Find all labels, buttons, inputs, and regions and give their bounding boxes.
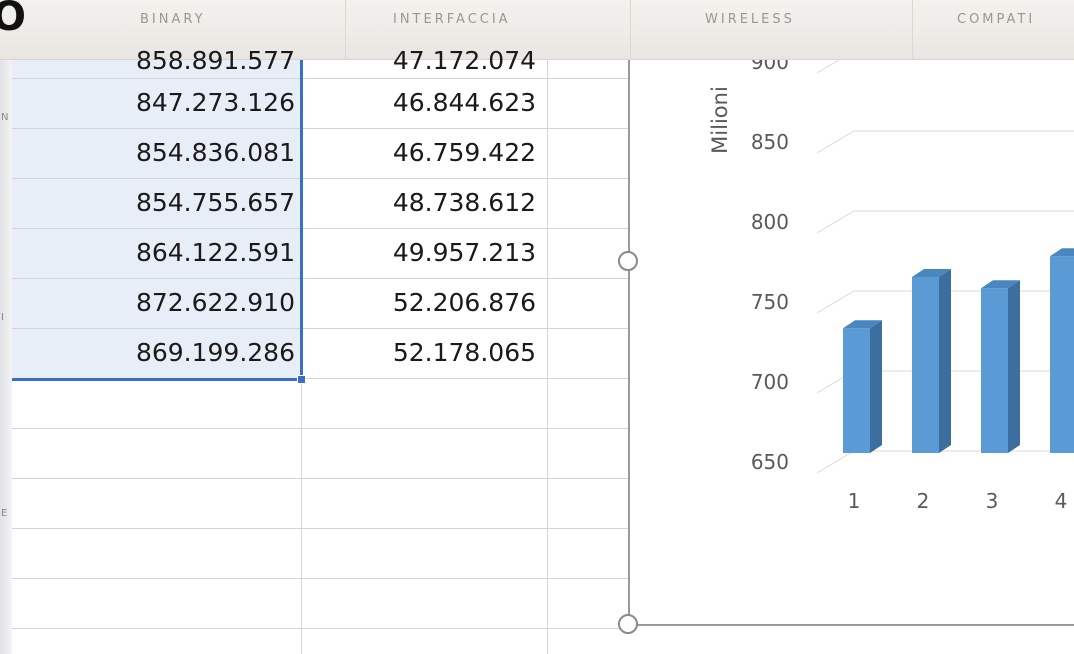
- chart-area[interactable]: 650 700 750 800 850 900 Milioni 1 2 3 4: [629, 60, 1074, 654]
- left-edge-panel: N I E: [0, 60, 12, 654]
- bar-chart: 650 700 750 800 850 900 Milioni 1 2 3 4: [708, 60, 1074, 513]
- chart-resize-handle[interactable]: [618, 251, 638, 271]
- gridline-diagonal: [816, 210, 855, 234]
- edge-glyph: E: [1, 508, 8, 519]
- bar: [981, 288, 1008, 453]
- cell[interactable]: 46.759.422: [302, 128, 542, 178]
- x-tick-label: 4: [1055, 489, 1068, 513]
- x-tick-label: 3: [986, 489, 999, 513]
- y-tick-label: 800: [751, 210, 789, 234]
- bar: [912, 277, 939, 453]
- y-axis-label: Milioni: [708, 86, 732, 154]
- cell[interactable]: 52.206.876: [302, 278, 542, 328]
- y-tick-label: 700: [751, 370, 789, 394]
- cell[interactable]: 52.178.065: [302, 328, 542, 378]
- chart-border: [628, 624, 1074, 626]
- cell[interactable]: 872.622.910: [12, 278, 301, 328]
- chart-resize-handle[interactable]: [618, 614, 638, 634]
- y-tick-label: 650: [751, 450, 789, 474]
- banner-nav-wireless[interactable]: WIRELESS: [705, 12, 795, 32]
- grid-line: [547, 60, 548, 654]
- edge-glyph: N: [1, 112, 9, 123]
- banner-nav-binary[interactable]: BINARY: [140, 12, 206, 32]
- banner-logo-fragment: O: [0, 0, 27, 40]
- spreadsheet-grid[interactable]: 858.891.577 47.172.074 847.273.126 46.84…: [12, 46, 628, 654]
- bar-side: [1008, 280, 1020, 453]
- selection-border: [12, 378, 304, 381]
- grid-line: [12, 628, 628, 629]
- gridline-diagonal: [816, 60, 840, 74]
- grid-line: [12, 578, 628, 579]
- grid-line: [12, 528, 628, 529]
- bar-top: [1050, 248, 1074, 257]
- banner-nav-compati[interactable]: COMPATI: [957, 12, 1035, 32]
- bar: [1050, 256, 1074, 453]
- cell[interactable]: 864.122.591: [12, 228, 301, 278]
- cell[interactable]: 854.836.081: [12, 128, 301, 178]
- edge-glyph: I: [1, 312, 4, 323]
- bar: [843, 328, 870, 453]
- cell[interactable]: 48.738.612: [302, 178, 542, 228]
- x-tick-label: 1: [848, 489, 861, 513]
- cell[interactable]: 869.199.286: [12, 328, 301, 378]
- cell[interactable]: 49.957.213: [302, 228, 542, 278]
- fill-handle[interactable]: [297, 375, 306, 384]
- gridline-diagonal: [816, 130, 855, 154]
- cell[interactable]: 46.844.623: [302, 78, 542, 128]
- cell[interactable]: 854.755.657: [12, 178, 301, 228]
- bar-side: [870, 320, 882, 453]
- gridline-diagonal: [816, 290, 855, 314]
- cell[interactable]: 847.273.126: [12, 78, 301, 128]
- selection-border: [300, 60, 303, 380]
- banner-nav-interfaccia[interactable]: INTERFACCIA: [393, 12, 511, 32]
- bar-side: [939, 269, 951, 453]
- y-tick-label: 900: [751, 60, 789, 74]
- x-tick-label: 2: [917, 489, 930, 513]
- chart-border: [628, 60, 630, 626]
- grid-line: [12, 478, 628, 479]
- y-tick-label: 750: [751, 290, 789, 314]
- y-tick-label: 850: [751, 130, 789, 154]
- banner-separator: [912, 0, 913, 60]
- grid-line: [12, 428, 628, 429]
- gridline-diagonal: [816, 450, 855, 474]
- banner-separator: [630, 0, 631, 60]
